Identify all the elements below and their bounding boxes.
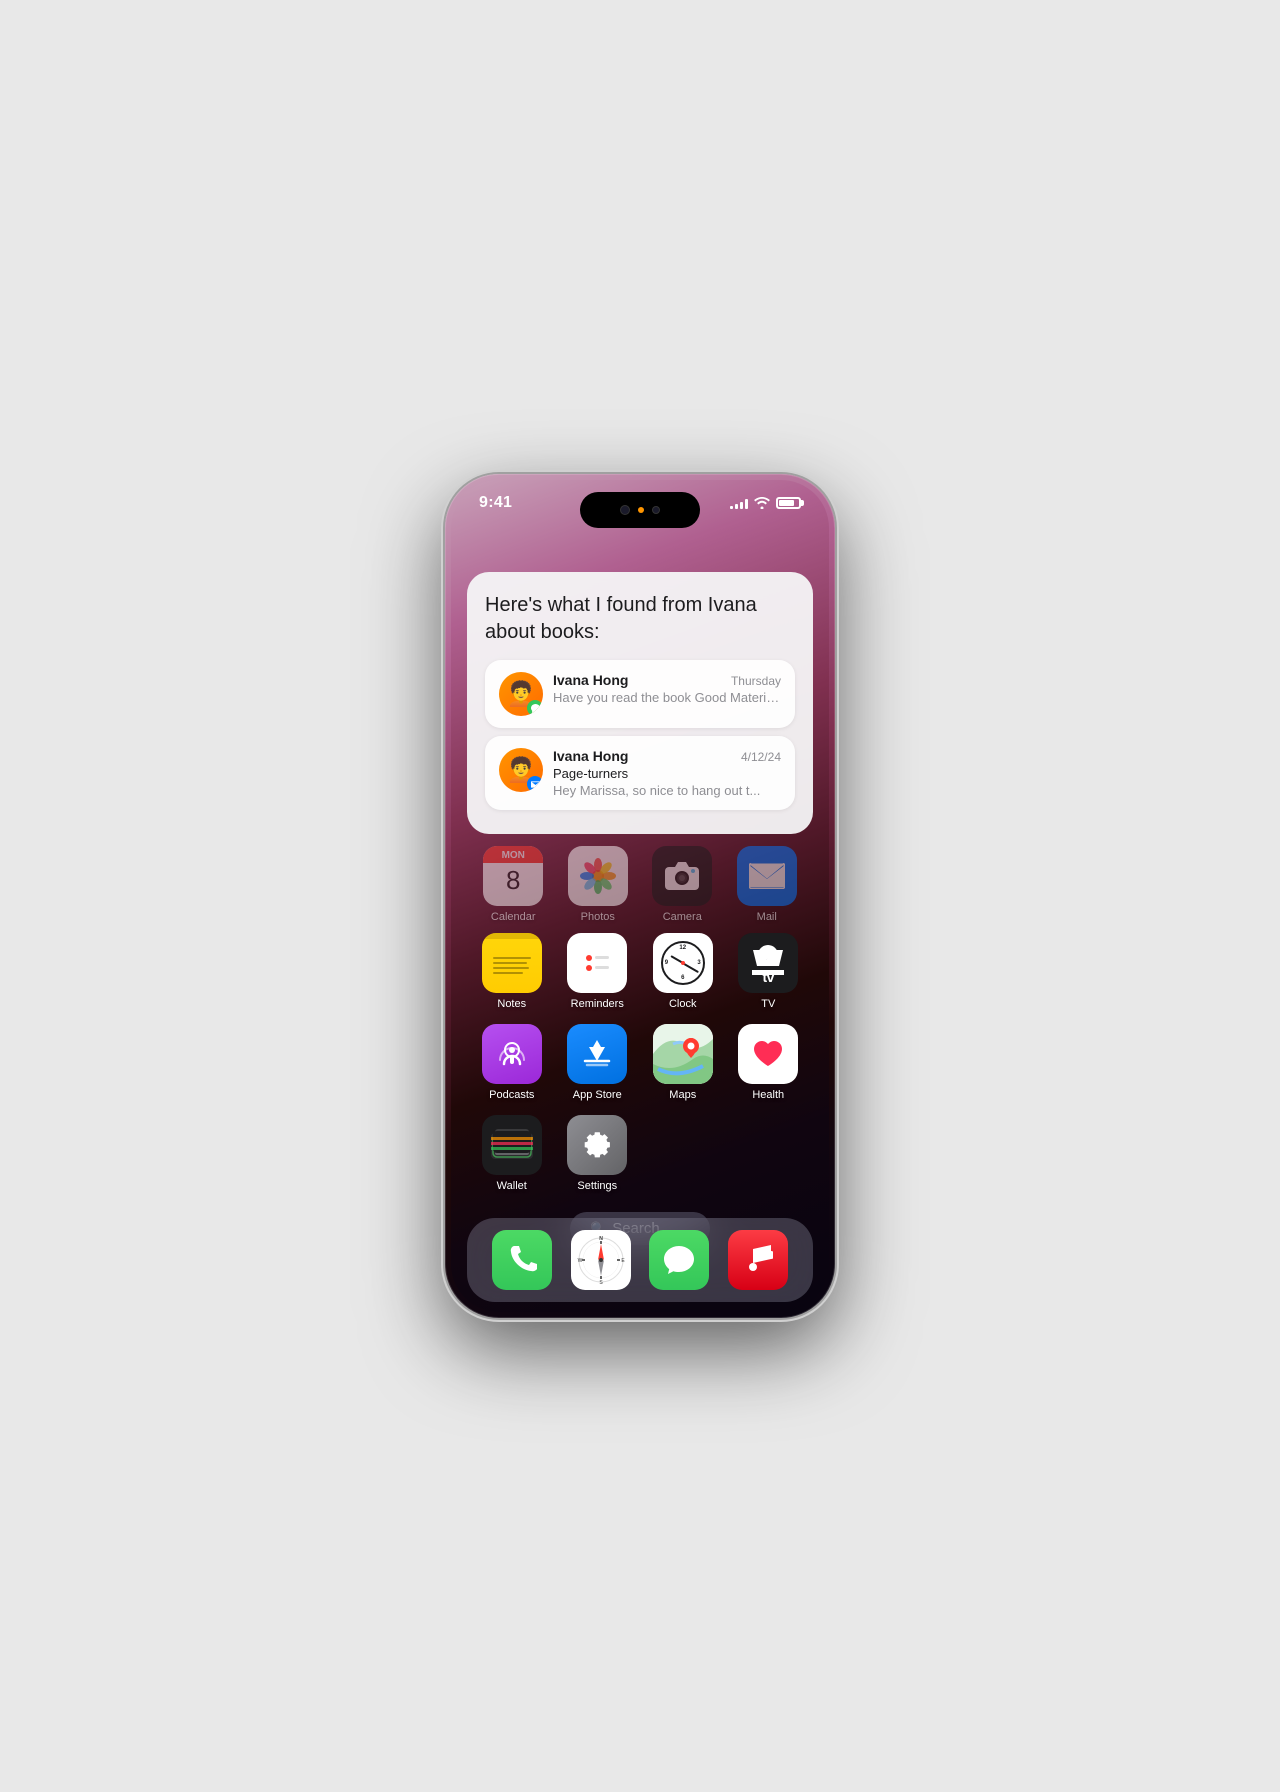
app-label-reminders: Reminders [571, 998, 624, 1010]
app-item-appstore[interactable]: App Store [561, 1024, 633, 1101]
di-camera [620, 505, 630, 515]
message-preview-1: Have you read the book Good Material yet… [553, 690, 781, 705]
message-content-1: Ivana Hong Thursday Have you read the bo… [553, 672, 781, 705]
app-item-mail[interactable]: Mail [731, 846, 803, 923]
siri-result-card: Here's what I found from Ivana about boo… [467, 572, 813, 834]
siri-result-item-2[interactable]: 🧑‍🦱 Ivana Hong 4/12/24 Page-turners Hey … [485, 736, 795, 810]
safari-app-icon: N S W E [571, 1230, 631, 1290]
apps-row-1: Notes Reminders [469, 933, 811, 1010]
app-label-notes: Notes [497, 998, 526, 1010]
svg-text:W: W [577, 1258, 582, 1264]
app-item-camera[interactable]: Camera [646, 846, 718, 923]
maps-app-icon [653, 1024, 713, 1084]
settings-app-icon [567, 1115, 627, 1175]
health-app-icon [738, 1024, 798, 1084]
app-label-camera: Camera [663, 911, 702, 923]
app-label-appstore: App Store [573, 1089, 622, 1101]
message-content-2: Ivana Hong 4/12/24 Page-turners Hey Mari… [553, 748, 781, 798]
siri-result-item-1[interactable]: 🧑‍🦱 Ivana Hong Thursday Have you read th… [485, 660, 795, 728]
reminders-app-icon [567, 933, 627, 993]
sender-name-1: Ivana Hong [553, 672, 628, 688]
app-item-empty-1 [647, 1115, 719, 1192]
messages-badge [527, 700, 543, 716]
apps-row-3: Wallet Settings [469, 1115, 811, 1192]
app-label-mail: Mail [757, 911, 777, 923]
wallet-app-icon [482, 1115, 542, 1175]
dock-app-messages[interactable] [649, 1230, 709, 1290]
dock-app-music[interactable] [728, 1230, 788, 1290]
di-sensor [652, 506, 660, 514]
sender-name-2: Ivana Hong [553, 748, 628, 764]
app-item-reminders[interactable]: Reminders [561, 933, 633, 1010]
photos-icon [568, 846, 628, 906]
app-item-podcasts[interactable]: Podcasts [476, 1024, 548, 1101]
app-grid: Notes Reminders [451, 933, 829, 1192]
status-time: 9:41 [479, 494, 512, 512]
dynamic-island [580, 492, 700, 528]
camera-icon [652, 846, 712, 906]
tv-app-icon: tv [738, 933, 798, 993]
dock-app-phone[interactable] [492, 1230, 552, 1290]
app-item-notes[interactable]: Notes [476, 933, 548, 1010]
message-preview-2: Hey Marissa, so nice to hang out t... [553, 783, 781, 798]
app-label-clock: Clock [669, 998, 697, 1010]
mail-icon [737, 846, 797, 906]
dock: N S W E [467, 1218, 813, 1302]
music-app-icon [728, 1230, 788, 1290]
wifi-icon [754, 497, 770, 509]
clock-app-icon: 12 6 3 9 [653, 933, 713, 993]
message-date-1: Thursday [731, 674, 781, 688]
phone-device: 9:41 [445, 474, 835, 1318]
phone-screen: 9:41 [451, 480, 829, 1312]
phone-app-icon [492, 1230, 552, 1290]
app-item-tv[interactable]: tv TV [732, 933, 804, 1010]
app-item-maps[interactable]: Maps [647, 1024, 719, 1101]
app-label-settings: Settings [577, 1180, 617, 1192]
di-indicator-dot [638, 507, 644, 513]
avatar-1: 🧑‍🦱 [499, 672, 543, 716]
app-label-wallet: Wallet [497, 1180, 527, 1192]
messages-app-icon [649, 1230, 709, 1290]
app-item-photos[interactable]: Photos [562, 846, 634, 923]
app-label-podcasts: Podcasts [489, 1089, 534, 1101]
app-item-clock[interactable]: 12 6 3 9 Clock [647, 933, 719, 1010]
app-item-empty-2 [732, 1115, 804, 1192]
calendar-icon: MON 8 [483, 846, 543, 906]
notes-app-icon [482, 933, 542, 993]
apps-row-2: Podcasts App Store [469, 1024, 811, 1101]
appstore-app-icon [567, 1024, 627, 1084]
app-item-settings[interactable]: Settings [561, 1115, 633, 1192]
siri-question-text: Here's what I found from Ivana about boo… [485, 592, 795, 646]
app-label-tv: TV [761, 998, 775, 1010]
svg-text:N: N [599, 1236, 603, 1242]
app-label-photos: Photos [581, 911, 615, 923]
app-label-health: Health [752, 1089, 784, 1101]
app-label-maps: Maps [669, 1089, 696, 1101]
app-item-calendar[interactable]: MON 8 Calendar [477, 846, 549, 923]
signal-icon [730, 497, 748, 509]
podcasts-app-icon [482, 1024, 542, 1084]
battery-icon [776, 497, 801, 509]
status-icons [730, 497, 801, 509]
message-date-2: 4/12/24 [741, 750, 781, 764]
app-item-wallet[interactable]: Wallet [476, 1115, 548, 1192]
app-label-calendar: Calendar [491, 911, 536, 923]
avatar-2: 🧑‍🦱 [499, 748, 543, 792]
dock-app-safari[interactable]: N S W E [571, 1230, 631, 1290]
app-item-health[interactable]: Health [732, 1024, 804, 1101]
mail-badge [527, 776, 543, 792]
message-subject-2: Page-turners [553, 766, 781, 781]
